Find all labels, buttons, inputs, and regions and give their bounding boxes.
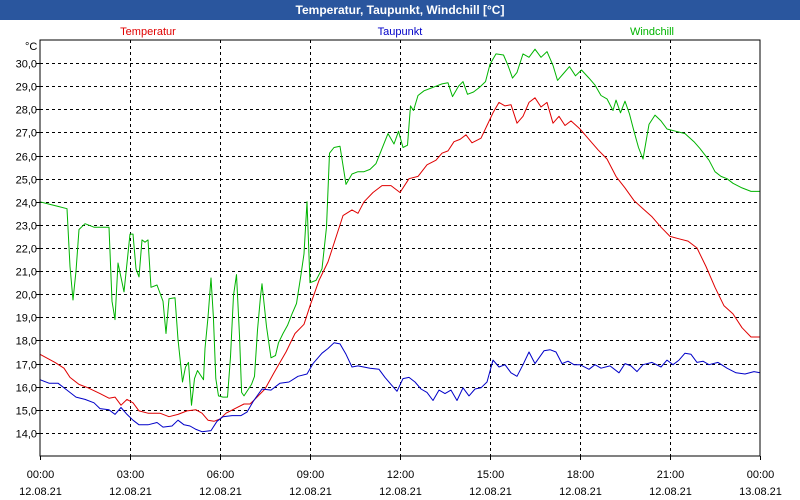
x-tick-time: 18:00 <box>567 469 595 481</box>
y-tick-label: 17,0 <box>16 360 37 372</box>
y-tick-label: 21,0 <box>16 267 37 279</box>
y-tick-label: 19,0 <box>16 313 37 325</box>
x-tick-time: 21:00 <box>657 469 685 481</box>
y-tick-label: 20,0 <box>16 290 37 302</box>
x-tick-time: 03:00 <box>117 469 145 481</box>
y-tick-label: 27,0 <box>16 128 37 140</box>
x-tick-time: 09:00 <box>297 469 325 481</box>
x-tick-date: 12.08.21 <box>469 486 512 498</box>
x-tick-date: 12.08.21 <box>109 486 152 498</box>
legend-label-taupunkt: Taupunkt <box>378 26 423 38</box>
legend-label-temperatur: Temperatur <box>120 26 176 38</box>
x-tick-date: 13.08.21 <box>739 486 782 498</box>
y-tick-label: 24,0 <box>16 198 37 210</box>
x-tick-time: 12:00 <box>387 469 415 481</box>
x-tick-date: 12.08.21 <box>559 486 602 498</box>
y-tick-label: 16,0 <box>16 383 37 395</box>
y-tick-label: 14,0 <box>16 429 37 441</box>
y-tick-label: 30,0 <box>16 59 37 71</box>
x-tick-time: 00:00 <box>747 469 775 481</box>
chart-window: Temperatur, Taupunkt, Windchill [°C] 14,… <box>0 0 800 500</box>
y-tick-label: 22,0 <box>16 244 37 256</box>
x-tick-date: 12.08.21 <box>199 486 242 498</box>
y-tick-label: 18,0 <box>16 336 37 348</box>
x-tick-time: 15:00 <box>477 469 505 481</box>
legend-label-windchill: Windchill <box>630 26 674 38</box>
y-tick-label: 25,0 <box>16 175 37 187</box>
y-tick-label: 29,0 <box>16 82 37 94</box>
x-tick-date: 12.08.21 <box>649 486 692 498</box>
x-tick-time: 06:00 <box>207 469 235 481</box>
y-tick-label: 28,0 <box>16 105 37 117</box>
x-tick-date: 12.08.21 <box>19 486 62 498</box>
y-tick-label: 23,0 <box>16 221 37 233</box>
x-tick-date: 12.08.21 <box>289 486 332 498</box>
y-tick-label: 15,0 <box>16 406 37 418</box>
x-tick-time: 00:00 <box>27 469 55 481</box>
x-tick-date: 12.08.21 <box>379 486 422 498</box>
y-axis-unit-label: °C <box>25 41 37 53</box>
y-tick-label: 26,0 <box>16 152 37 164</box>
line-chart: 14,0 15,0 16,0 17,0 18,0 19,0 20,0 21,0 22,0 23,0… <box>16 26 782 498</box>
